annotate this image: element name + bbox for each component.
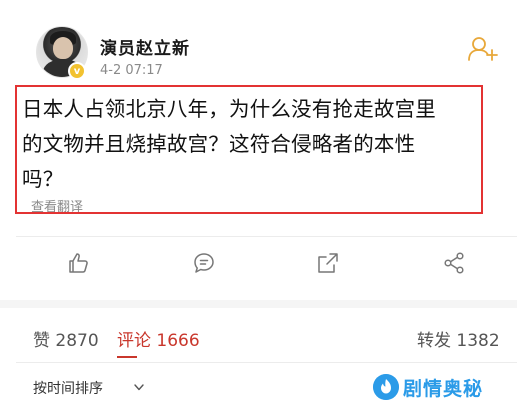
reposts-count: 1382 xyxy=(456,331,500,351)
stats-tabs: 赞 2870 评论 1666 转发 1382 xyxy=(0,318,517,358)
active-tab-indicator xyxy=(117,356,137,358)
likes-label: 赞 xyxy=(33,331,50,351)
tab-reposts[interactable]: 转发 1382 xyxy=(417,326,500,351)
watermark-logo-icon xyxy=(373,374,399,400)
tab-comments[interactable]: 评论 1666 xyxy=(117,326,200,351)
divider xyxy=(16,236,517,237)
action-bar xyxy=(16,240,517,286)
watermark: 剧情奥秘 xyxy=(373,372,483,402)
thumbs-up-icon[interactable] xyxy=(66,251,90,275)
post-header: v 演员赵立新 4-2 07:17 xyxy=(36,26,506,86)
share-icon[interactable] xyxy=(316,251,340,275)
verified-badge-icon: v xyxy=(68,62,86,80)
comment-icon[interactable] xyxy=(192,251,216,275)
add-follow-icon[interactable] xyxy=(468,36,498,62)
divider xyxy=(16,362,517,363)
section-gap xyxy=(0,300,517,308)
comments-count: 1666 xyxy=(156,331,200,351)
sort-dropdown[interactable]: 按时间排序 xyxy=(33,378,103,398)
chevron-down-icon[interactable] xyxy=(134,384,144,391)
comments-label: 评论 xyxy=(117,331,151,351)
share-network-icon[interactable] xyxy=(442,251,466,275)
likes-count: 2870 xyxy=(55,331,99,351)
watermark-text: 剧情奥秘 xyxy=(403,377,484,400)
tab-likes[interactable]: 赞 2870 xyxy=(33,326,99,351)
post-time: 4-2 07:17 xyxy=(100,63,163,78)
reposts-label: 转发 xyxy=(417,331,451,351)
user-name[interactable]: 演员赵立新 xyxy=(100,34,190,59)
highlight-box xyxy=(15,85,483,214)
